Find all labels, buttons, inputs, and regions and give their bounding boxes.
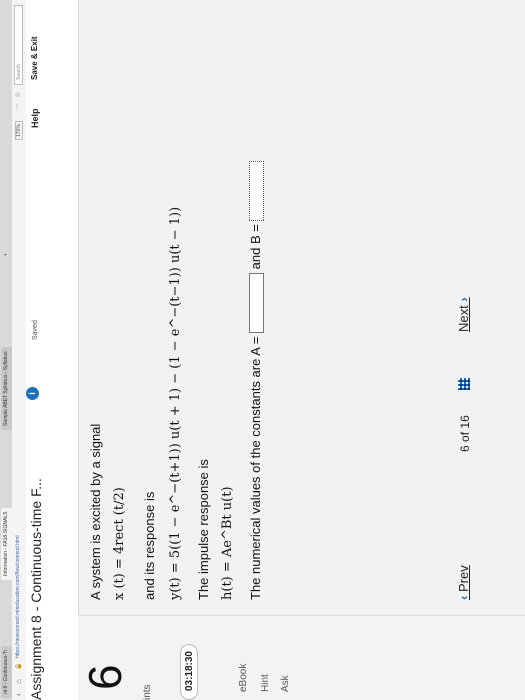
answer-b-input[interactable] [249, 160, 265, 221]
address-bar[interactable]: https://newconnect.mheducation.com/flow/… [15, 535, 21, 658]
new-tab-button[interactable]: + [1, 249, 12, 260]
prev-button[interactable]: ‹ Prev [456, 565, 471, 600]
constants-prefix: The numerical values of the constants ar… [248, 336, 263, 600]
current-page: 6 [458, 445, 472, 452]
screen: nt 8 - Continuous-Ti Information - FA18-… [0, 0, 525, 700]
lock-icon: 🔒 [16, 662, 22, 670]
question-number: 6 [79, 664, 131, 690]
ebook-link[interactable]: eBook [238, 664, 249, 692]
of-label: of [458, 431, 472, 442]
assignment-header: Assignment 8 - Continuous-time F... i Sa… [26, 0, 79, 700]
info-icon[interactable]: i [26, 387, 39, 400]
save-exit-button[interactable]: Save & Exit [30, 36, 39, 80]
question-sidebar: 6 ints 03:18:30 eBook Hint Ask [78, 615, 525, 700]
browser-tab[interactable]: nt 8 - Continuous-Ti [1, 646, 12, 698]
hint-link[interactable]: Hint [260, 674, 271, 692]
total-pages: 16 [458, 415, 472, 429]
browser-tab[interactable]: Sample ABET Syllabus - Syllabus [1, 347, 12, 430]
constants-prompt: The numerical values of the constants ar… [248, 160, 265, 600]
timer: 03:18:30 [174, 630, 204, 700]
x-equation: x (t) = 4rect (t/2) [112, 487, 127, 600]
answer-a-input[interactable] [249, 272, 265, 333]
h-equation: h(t) = Ae^Bt u(t) [220, 486, 235, 600]
ask-link[interactable]: Ask [280, 675, 291, 692]
chevron-left-icon: ‹ [456, 595, 471, 600]
page-indicator: 6 of 16 [458, 415, 472, 452]
home-icon[interactable]: ⌂ [14, 679, 23, 684]
response-intro: and its response is [142, 491, 157, 600]
question-navigation: ‹ Prev 6 of 16 Next › [456, 10, 496, 600]
timer-value: 03:18:30 [180, 644, 198, 700]
chevron-right-icon: › [456, 297, 471, 302]
help-button[interactable]: Help [30, 108, 40, 128]
browser-search-input[interactable]: Search [14, 5, 23, 85]
saved-status: Saved [32, 320, 39, 340]
next-label: Next [456, 305, 471, 332]
question-intro: A system is excited by a signal [88, 423, 103, 600]
star-icon[interactable]: ☆ [14, 92, 22, 98]
browser-tab-active[interactable]: Information - FA18-SIGNALS [1, 507, 12, 580]
back-arrow-icon[interactable]: ‹ [14, 693, 23, 696]
impulse-intro: The impulse response is [196, 459, 211, 600]
points-label: ints [142, 684, 153, 700]
prev-label: Prev [456, 565, 471, 593]
assignment-title[interactable]: Assignment 8 - Continuous-time F... [28, 478, 44, 700]
browser-toolbar: ‹ ⌂ 🔒 https://newconnect.mheducation.com… [12, 0, 27, 700]
and-b-label: and B = [248, 224, 263, 270]
next-button[interactable]: Next › [456, 297, 471, 332]
question-grid-icon[interactable] [458, 378, 470, 390]
zoom-level[interactable]: 170% [15, 121, 23, 140]
browser-tab-bar: nt 8 - Continuous-Ti Information - FA18-… [0, 0, 12, 700]
more-icon[interactable]: ··· [14, 103, 21, 110]
y-equation: y(t) = 5((1 − e^−(t+1)) u(t + 1) − (1 − … [168, 206, 183, 600]
